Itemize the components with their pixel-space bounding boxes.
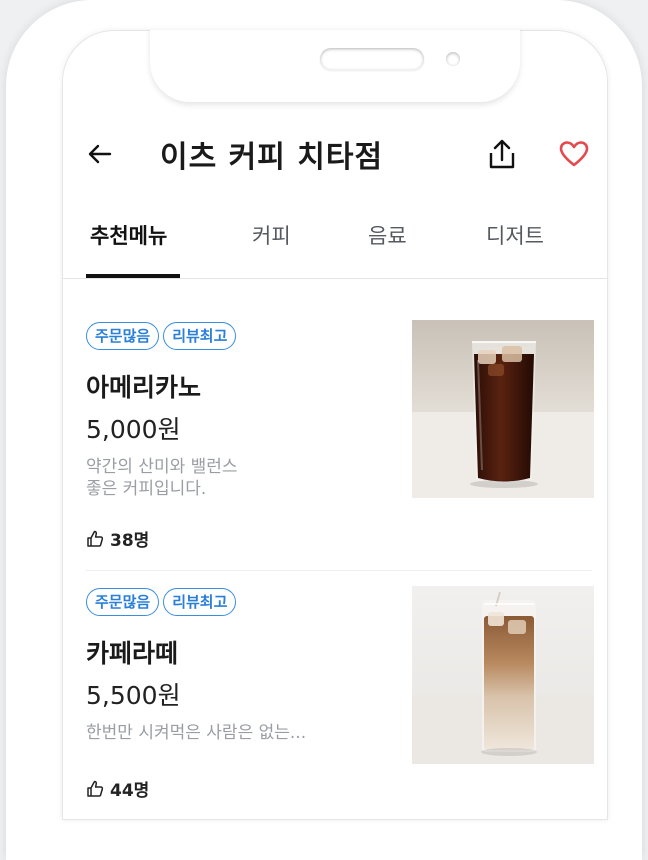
badge-best-review: 리뷰최고 — [163, 588, 237, 616]
favorite-button[interactable] — [554, 134, 594, 174]
share-icon — [489, 139, 515, 169]
like-count-text: 38명 — [110, 531, 150, 551]
top-app-bar: 이츠 커피 치타점 — [62, 124, 608, 184]
tab-drinks[interactable]: 음료 — [368, 220, 407, 250]
menu-item-americano[interactable]: 주문많음 리뷰최고 아메리카노 5,000원 약간의 산미와 밸런스 좋은 커피… — [62, 318, 608, 568]
description-line: 약간의 산미와 밸런스 — [86, 457, 238, 477]
app-screen: 이츠 커피 치타점 추천메뉴 커피 음료 디저트 주문많음 리뷰최고 아메리카노… — [62, 30, 608, 820]
menu-item-name: 아메리카노 — [86, 373, 202, 402]
menu-item-price: 5,000원 — [86, 415, 181, 444]
badge-popular: 주문많음 — [86, 588, 160, 616]
back-arrow-icon — [88, 144, 112, 164]
americano-photo — [412, 320, 594, 498]
like-count[interactable]: 38명 — [86, 526, 149, 551]
share-button[interactable] — [482, 134, 522, 174]
menu-item-description: 한번만 시켜먹은 사람은 없는... — [86, 722, 346, 744]
tab-recommended[interactable]: 추천메뉴 — [90, 220, 167, 250]
thumbs-up-icon — [87, 780, 104, 797]
phone-frame: 이츠 커피 치타점 추천메뉴 커피 음료 디저트 주문많음 리뷰최고 아메리카노… — [6, 0, 642, 860]
store-title: 이츠 커피 치타점 — [160, 140, 384, 175]
tab-dessert[interactable]: 디저트 — [486, 220, 544, 250]
badge-group: 주문많음 리뷰최고 — [86, 322, 237, 350]
cafe-latte-photo — [412, 586, 594, 764]
description-line: 좋은 커피입니다. — [86, 479, 207, 499]
menu-item-price: 5,500원 — [86, 681, 181, 710]
heart-icon — [559, 141, 589, 167]
phone-notch — [150, 30, 520, 102]
back-button[interactable] — [82, 136, 118, 172]
badge-best-review: 리뷰최고 — [163, 322, 237, 350]
badge-popular: 주문많음 — [86, 322, 160, 350]
like-count[interactable]: 44명 — [86, 776, 149, 801]
thumbs-up-icon — [87, 530, 104, 547]
menu-item-cafe-latte[interactable]: 주문많음 리뷰최고 카페라떼 5,500원 한번만 시켜먹은 사람은 없는...… — [62, 584, 608, 820]
category-tabs: 추천메뉴 커피 음료 디저트 — [62, 216, 608, 279]
menu-item-description: 약간의 산미와 밸런스 좋은 커피입니다. — [86, 456, 346, 500]
tab-coffee[interactable]: 커피 — [252, 220, 291, 250]
item-divider — [86, 570, 592, 571]
description-line: 한번만 시켜먹은 사람은 없는... — [86, 723, 307, 743]
menu-item-name: 카페라떼 — [86, 639, 179, 668]
front-camera — [446, 52, 460, 66]
like-count-text: 44명 — [110, 781, 150, 801]
active-tab-indicator — [86, 274, 180, 278]
speaker-grille — [320, 48, 424, 70]
badge-group: 주문많음 리뷰최고 — [86, 588, 237, 616]
